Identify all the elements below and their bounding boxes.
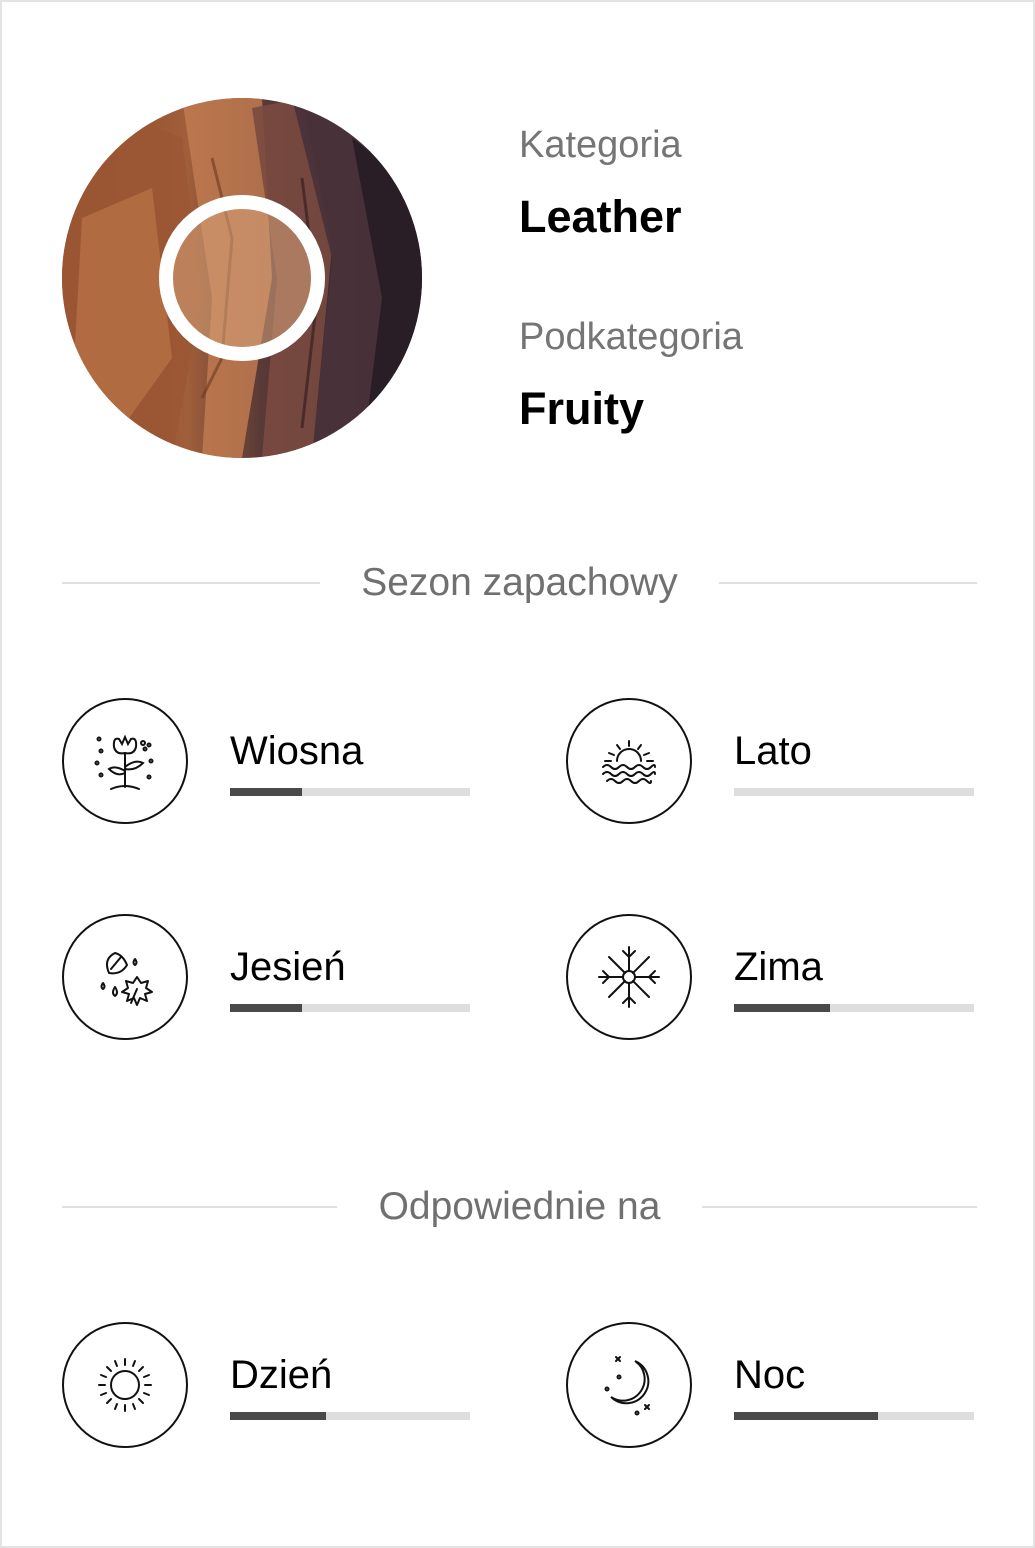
season-spring: Wiosna [62,698,482,828]
spring-flower-icon [62,698,188,824]
time-level-bar [230,1412,470,1420]
season-summer: Lato [566,698,986,828]
seasons-section-header: Sezon zapachowy [62,558,977,608]
level-fill [230,1004,302,1012]
sun-icon [62,1322,188,1448]
season-label: Zima [734,945,823,989]
season-label: Lato [734,729,812,773]
season-winter: Zima [566,914,986,1044]
fragrance-details-card: Kategoria Leather Podkategoria Fruity Se… [0,0,1035,1548]
time-label: Dzień [230,1353,333,1397]
subcategory-value: Fruity [519,383,645,434]
level-fill [230,1412,326,1420]
category-label: Kategoria [519,124,682,166]
autumn-leaves-icon [62,914,188,1040]
time-day: Dzień [62,1322,482,1452]
season-level-bar [734,1004,974,1012]
level-fill [230,788,302,796]
category-value: Leather [519,191,682,242]
time-night: Noc [566,1322,986,1452]
level-fill [734,1412,878,1420]
time-level-bar [734,1412,974,1420]
season-label: Jesień [230,945,346,989]
time-of-day-title: Odpowiednie na [378,1185,661,1228]
season-level-bar [230,1004,470,1012]
time-label: Noc [734,1353,806,1397]
winter-snowflake-icon [566,914,692,1040]
summer-sun-waves-icon [566,698,692,824]
season-autumn: Jesień [62,914,482,1044]
season-level-bar [230,788,470,796]
category-image [62,98,422,458]
season-label: Wiosna [230,729,364,773]
seasons-title: Sezon zapachowy [361,561,678,604]
season-level-bar [734,788,974,796]
time-of-day-section-header: Odpowiednie na [62,1182,977,1232]
level-fill [734,1004,830,1012]
moon-icon [566,1322,692,1448]
subcategory-label: Podkategoria [519,316,743,358]
